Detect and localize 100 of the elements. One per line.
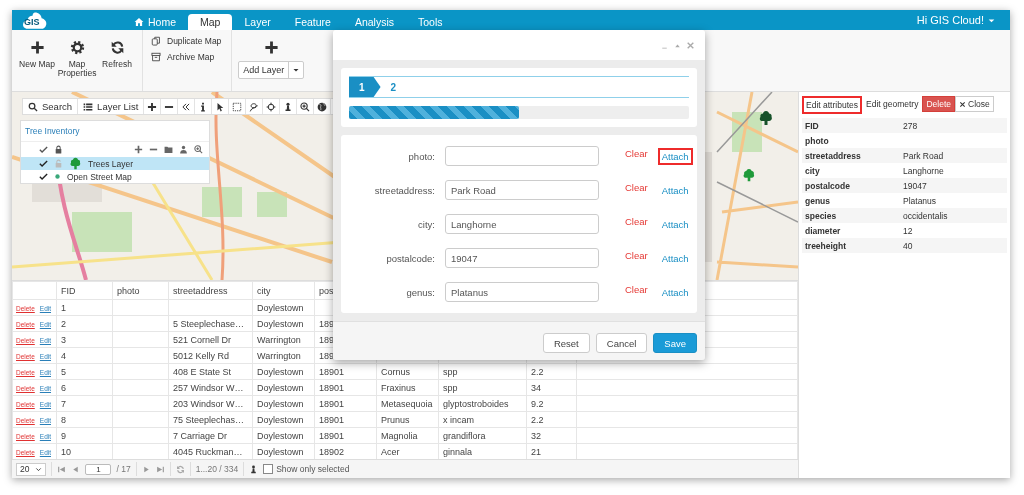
attribute-value: 19047 [903,180,928,191]
dropdown-button[interactable]: Add Layer [238,61,305,79]
table-cell: 4045 Ruckman… [173,446,243,457]
attach-link[interactable]: Attach [657,215,693,233]
page-input[interactable]: 1 [85,463,112,475]
figure-icon[interactable] [249,464,259,474]
plus-icon [147,101,158,112]
save-button[interactable]: Save [653,333,697,353]
clear-link[interactable]: Clear [625,249,648,267]
tab[interactable]: Home [122,14,188,30]
table-cell: Doylestown [257,414,304,425]
attach-link[interactable]: Attach [657,249,693,267]
tab[interactable]: Analysis [342,14,406,30]
table-cell: 5 Steeplechase… [173,318,245,329]
plus-icon[interactable] [134,145,143,154]
input-field[interactable]: Platanus [445,282,599,302]
layer-row[interactable]: Trees Layer [21,157,209,170]
clear-link[interactable]: Clear [625,147,648,165]
table-cell: 34 [531,382,541,393]
page-size-select[interactable]: 20 [16,462,47,476]
field-label: postalcode: [385,252,435,264]
table-cell: 18902 [319,446,345,457]
field-label: streetaddress: [373,184,435,196]
layer-checkbox[interactable] [39,172,48,181]
zoom-in-icon[interactable] [194,145,203,154]
ribbon-button[interactable]: Map Properties [58,36,96,91]
table-cell: 2 [61,318,66,329]
input-field[interactable]: Langhorne [445,214,599,234]
dialog-button[interactable]: Cancel [595,333,648,353]
previous-page-icon[interactable] [71,464,81,474]
attach-link[interactable]: Attach [657,181,693,199]
table-cell: 2.2 [531,366,544,377]
table-cell: 18901 [319,398,345,409]
input-field[interactable]: 19047 [445,248,599,268]
zoom-in-icon [300,101,311,112]
globe-dot-icon [54,173,61,180]
table-cell: 7 [61,398,66,409]
tree-marker-icon[interactable] [758,110,774,126]
table-cell: 257 Windsor W… [173,382,244,393]
column-header[interactable]: city [257,285,271,296]
checkbox[interactable] [263,464,274,474]
field-label: photo: [407,150,435,162]
table-cell: Magnolia [381,430,418,441]
folder-icon[interactable] [164,145,173,154]
zoom-button[interactable] [297,99,315,114]
field-label: city: [417,218,435,230]
table-cell: Doylestown [257,318,304,329]
user-menu[interactable]: Hi GIS Cloud! [916,14,1010,26]
layer-checkbox[interactable] [39,159,48,168]
ribbon-button[interactable]: Duplicate Map [151,36,222,46]
refresh-icon [109,40,125,55]
dialog-button[interactable]: Reset [542,333,590,353]
attach-link[interactable]: Attach [657,147,693,165]
pointer-icon [215,101,226,112]
attribute-name: photo [805,135,830,146]
person-icon[interactable] [179,145,188,154]
layer-list-button[interactable]: Layer List [78,99,145,114]
action-button[interactable]: Delete [922,96,955,112]
layer-row[interactable]: Open Street Map [21,170,209,183]
first-page-icon[interactable] [57,464,67,474]
input-field[interactable]: Park Road [445,180,599,200]
list-icon [83,101,94,112]
tab[interactable]: Tools [406,14,455,30]
last-page-icon[interactable] [155,464,165,474]
action-button[interactable]: Edit attributes [802,96,862,114]
table-cell: Doylestown [257,382,304,393]
wizard-step[interactable]: 1 [349,77,381,97]
tab[interactable]: Map [188,14,233,30]
clear-link[interactable]: Clear [625,215,648,233]
clear-link[interactable]: Clear [625,181,648,199]
ribbon-button[interactable]: Refresh [98,36,136,91]
column-header[interactable]: FID [61,285,76,296]
table-cell: 5012 Kelly Rd [173,350,230,361]
tree-marker-icon[interactable] [742,168,756,182]
clear-link[interactable]: Clear [625,283,648,301]
table-cell: glyptostroboides [443,398,509,409]
next-page-icon[interactable] [141,464,151,474]
input-field[interactable] [445,146,599,166]
field-label: genus: [405,286,435,298]
gear-icon [69,40,85,55]
page-count: / 17 [116,464,131,474]
column-header[interactable]: pos [319,285,334,296]
attach-link[interactable]: Attach [657,283,693,301]
table-cell: Prunus [381,414,410,425]
tab[interactable]: Feature [282,14,343,30]
close-icon [959,100,966,108]
ribbon-button[interactable]: New Map [18,36,56,91]
table-cell: x incam [443,414,474,425]
attribute-name: FID [805,120,820,131]
lock-icon [54,145,63,154]
table-cell: Fraxinus [381,382,416,393]
tab[interactable]: Layer [232,14,283,30]
search-button[interactable]: Search [23,99,79,114]
wizard-step[interactable]: 2 [380,77,411,97]
attribute-name: postalcode [805,180,851,191]
checkbox-label[interactable]: Show only selected [276,464,350,474]
ribbon-button[interactable]: Archive Map [151,52,222,62]
close-button[interactable]: Close [955,96,994,112]
table-cell: Cornus [381,366,410,377]
table-cell: ginnala [443,446,473,457]
